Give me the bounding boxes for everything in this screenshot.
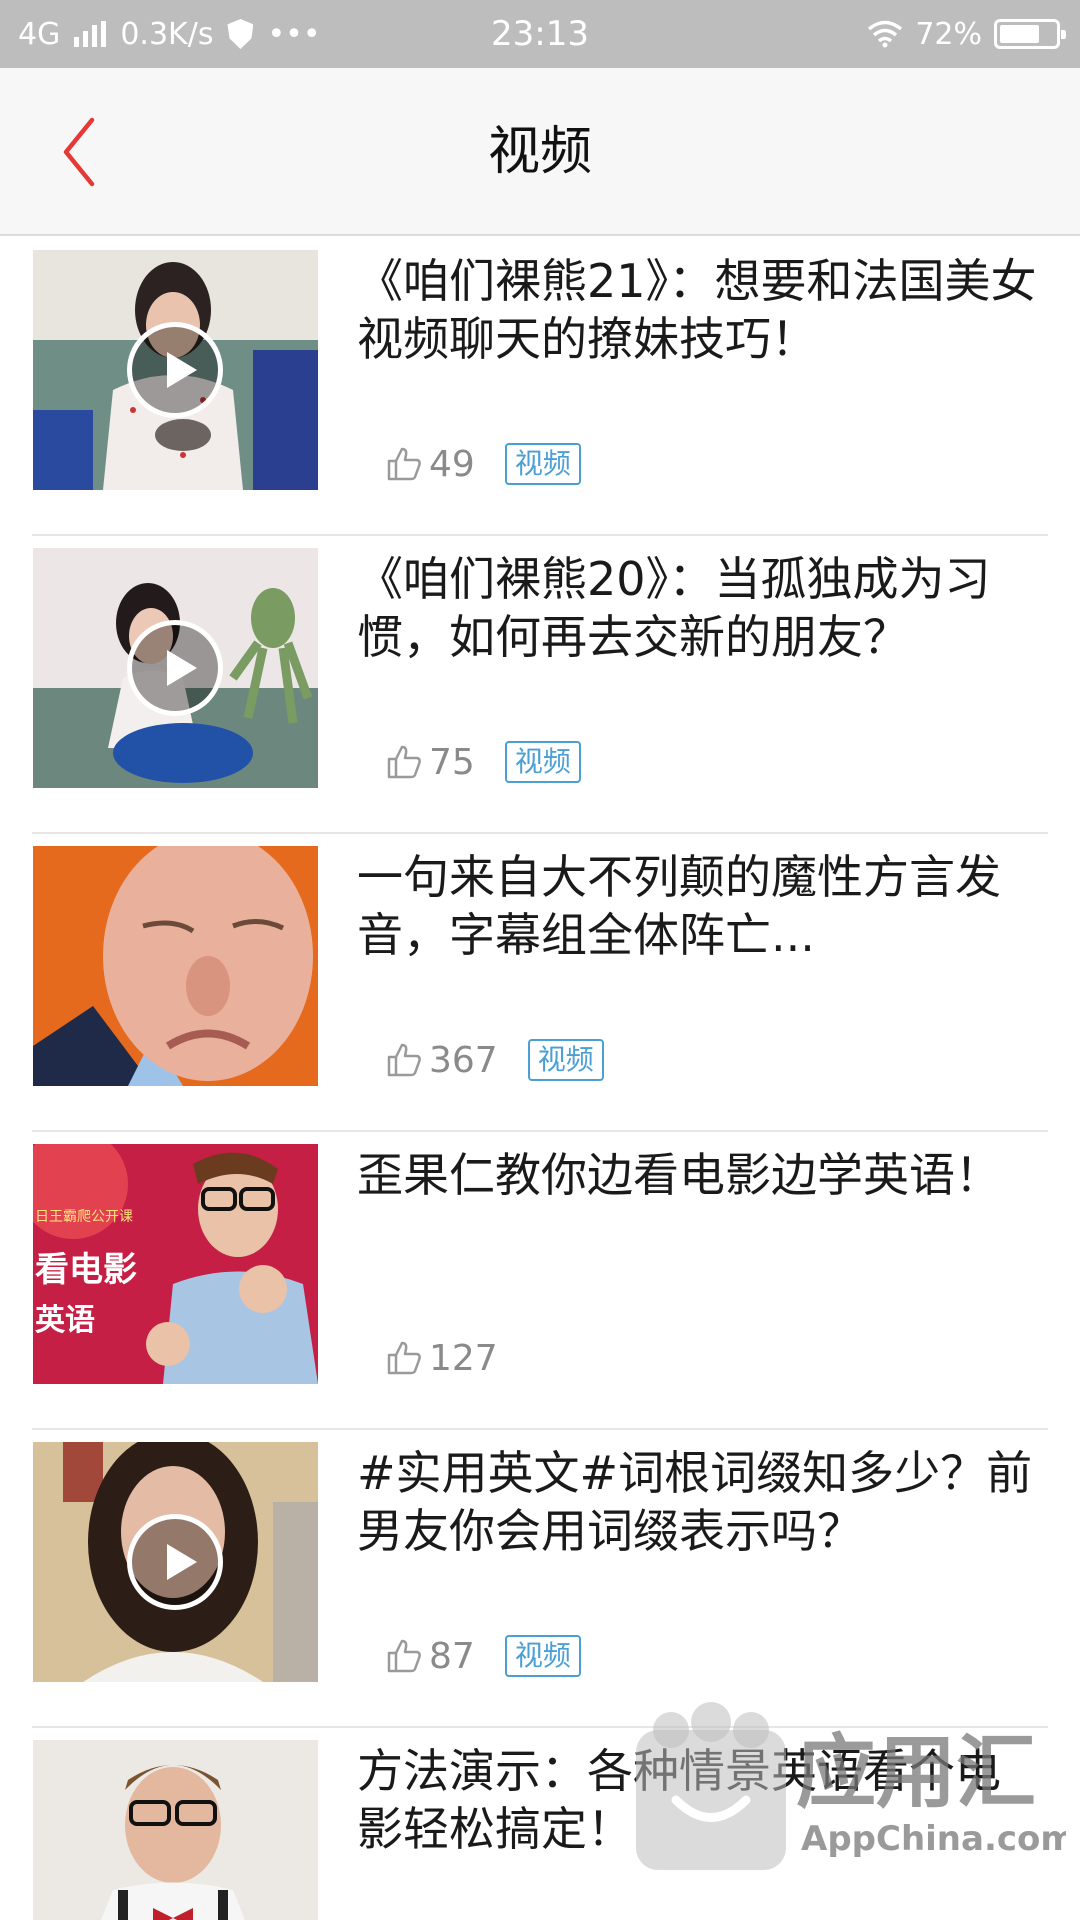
item-meta: 75 视频 [385,740,581,784]
item-meta: 87 视频 [385,1634,581,1678]
like-icon [387,1639,421,1673]
item-title: 一句来自大不列颠的魔性方言发音，字幕组全体阵亡... [357,850,1001,962]
page-title: 视频 [487,122,592,182]
video-tag: 视频 [504,1635,581,1677]
video-tag: 视频 [504,443,581,485]
like-count: 87 [429,1635,475,1677]
like-count: 49 [429,443,475,485]
like-count: 75 [429,741,475,783]
more-dots: ••• [267,16,321,52]
list-item[interactable]: 方法演示：各种情景英语看个电影轻松搞定！ [0,1728,1080,1920]
video-thumbnail [33,846,318,1086]
shield-icon [227,19,254,49]
status-bar: 4G 0.3K/s ••• 23:13 72% [0,0,1080,68]
status-right: 72% [867,0,1066,68]
thumbnail-caption-line: 日王霸爬公开课 [35,1208,133,1224]
chevron-left-icon [63,117,95,187]
back-button[interactable] [40,112,120,192]
thumbnail-caption-line: 英语 [35,1304,95,1337]
play-icon [127,1514,223,1610]
item-title: 《咱们裸熊20》：当孤独成为习惯，如何再去交新的朋友？ [357,552,991,664]
like-count: 367 [429,1039,498,1081]
network-speed: 0.3K/s [120,16,214,52]
item-title: 歪果仁教你边看电影边学英语！ [357,1148,1001,1202]
like-icon [387,745,421,779]
like-count: 127 [429,1337,498,1379]
battery-percent: 72% [915,16,982,52]
like-icon [387,1341,421,1375]
status-left: 4G 0.3K/s ••• [18,0,321,68]
signal-icon [74,21,107,47]
video-thumbnail [33,250,318,490]
item-meta: 49 视频 [385,442,581,486]
play-icon [127,620,223,716]
list-item[interactable]: #实用英文#词根词缀知多少？前男友你会用词缀表示吗？ 87 视频 [0,1430,1080,1728]
network-type: 4G [18,16,61,52]
play-icon [127,322,223,418]
item-title: 《咱们裸熊21》：想要和法国美女视频聊天的撩妹技巧！ [357,254,1037,366]
thumbnail-caption-line: 看电影 [35,1251,137,1289]
video-tag: 视频 [527,1039,604,1081]
item-meta: 367 视频 [385,1038,604,1082]
like-icon [387,447,421,481]
battery-icon [994,19,1066,49]
item-title: 方法演示：各种情景英语看个电影轻松搞定！ [357,1744,1001,1856]
battery-fill [1000,25,1039,43]
item-title: #实用英文#词根词缀知多少？前男友你会用词缀表示吗？ [357,1446,1033,1558]
list-item[interactable]: 一句来自大不列颠的魔性方言发音，字幕组全体阵亡... 367 视频 [0,834,1080,1132]
wifi-icon [868,20,903,48]
video-thumbnail [33,1740,318,1920]
list-item[interactable]: 日王霸爬公开课 看电影 英语 歪果仁教你边看电影边学英语！ 127 [0,1132,1080,1430]
video-tag: 视频 [504,741,581,783]
video-thumbnail: 日王霸爬公开课 看电影 英语 [33,1144,318,1384]
video-thumbnail [33,548,318,788]
video-thumbnail [33,1442,318,1682]
item-meta: 127 [385,1336,528,1380]
thumbnail-caption: 日王霸爬公开课 看电影 英语 [35,1206,155,1339]
nav-bar: 视频 [0,68,1080,236]
list-item[interactable]: 《咱们裸熊21》：想要和法国美女视频聊天的撩妹技巧！ 49 视频 [0,238,1080,536]
list-item[interactable]: 《咱们裸熊20》：当孤独成为习惯，如何再去交新的朋友？ 75 视频 [0,536,1080,834]
like-icon [387,1043,421,1077]
